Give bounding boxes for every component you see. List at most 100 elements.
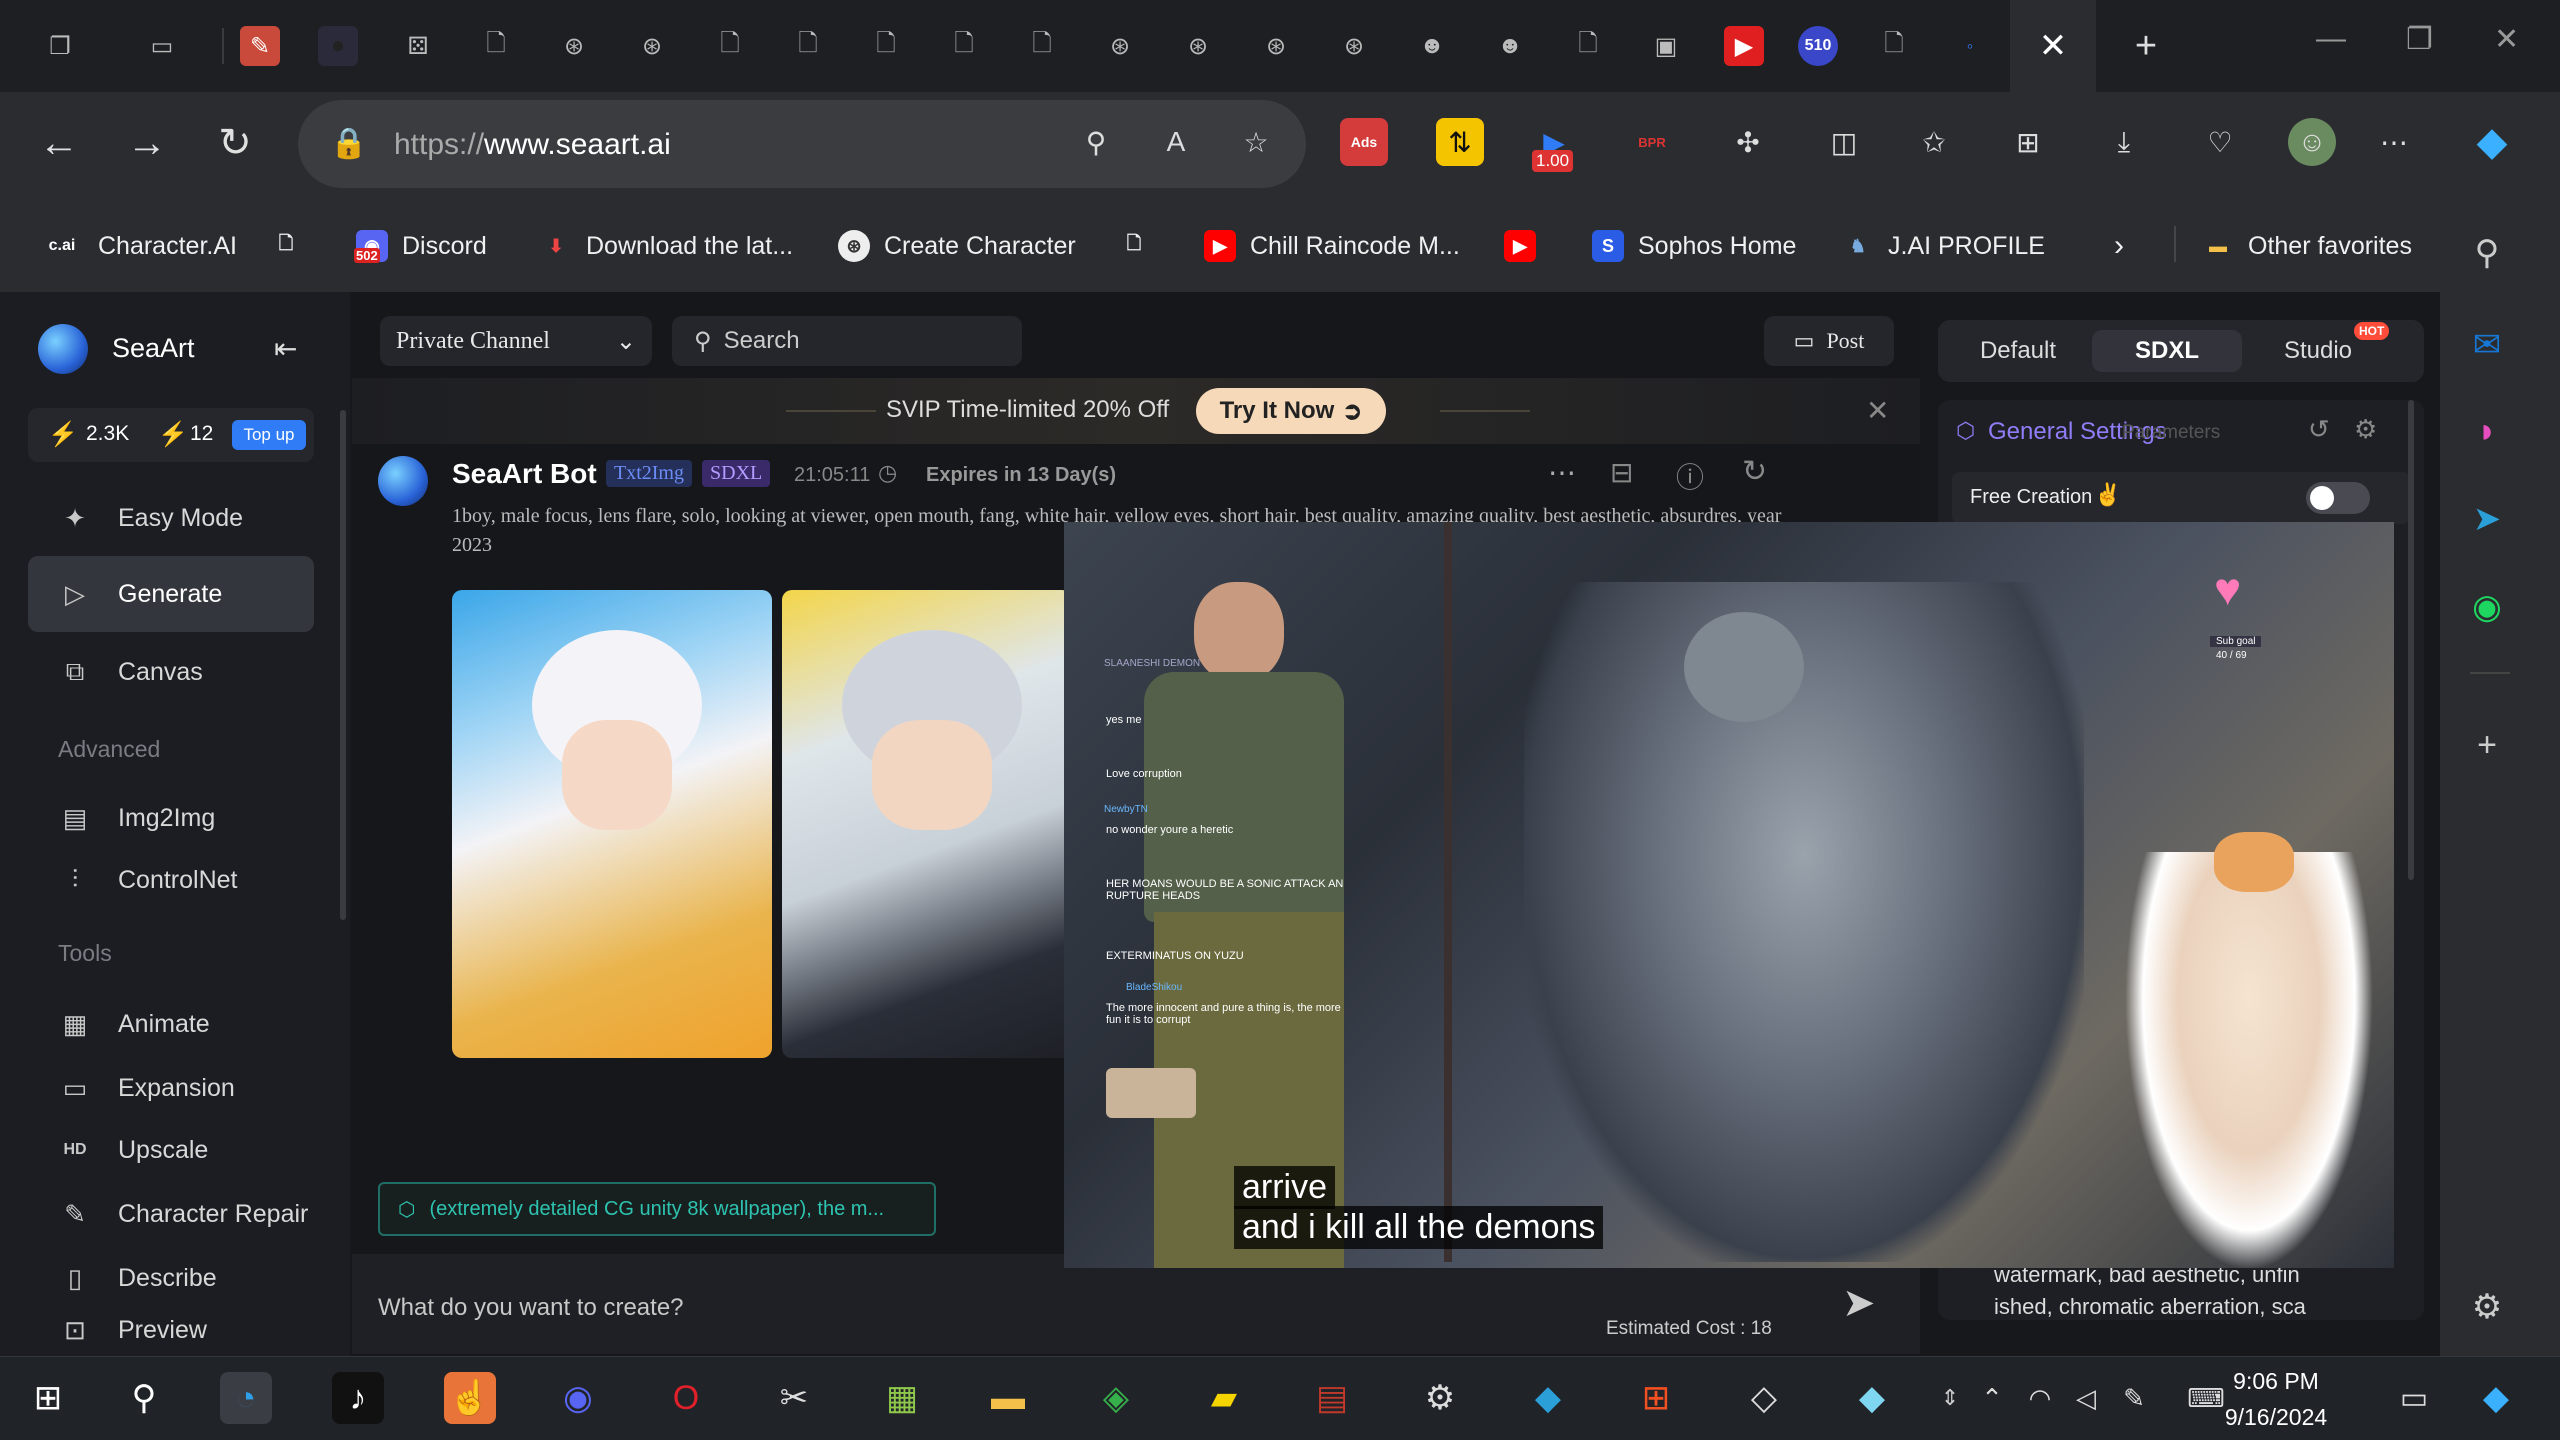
read-aloud-icon[interactable]: A (1152, 118, 1200, 166)
app-layers-icon[interactable]: ◈ (1090, 1372, 1142, 1424)
app-spreadsheet-icon[interactable]: ▦ (876, 1372, 928, 1424)
tab-favicon-seaart[interactable]: ⊛ (1178, 26, 1218, 66)
clock-date[interactable]: 9/16/2024 (2216, 1404, 2336, 1431)
clock-time[interactable]: 9:06 PM (2216, 1368, 2336, 1395)
fav-character-ai[interactable]: c.ai Character.AI (40, 226, 237, 266)
close-banner-icon[interactable]: ✕ (1866, 394, 1889, 427)
steam-icon[interactable]: ⚙ (1414, 1372, 1466, 1424)
discord-icon[interactable]: ◉ (552, 1372, 604, 1424)
generated-image-2[interactable] (782, 590, 1072, 1058)
collapse-sidebar-icon[interactable]: ⇤ (274, 332, 297, 365)
workspaces-icon[interactable]: ❐ (40, 26, 80, 66)
tab-favicon-seaart[interactable]: ⊛ (1256, 26, 1296, 66)
tab-favicon-page[interactable]: 🗋 (710, 26, 750, 66)
tab-favicon-page[interactable]: 🗋 (788, 26, 828, 66)
settings-gear-icon[interactable]: ⚙ (2462, 1282, 2512, 1332)
sticky-notes-icon[interactable]: ▰ (1198, 1372, 1250, 1424)
winrar-icon[interactable]: ▤ (1306, 1372, 1358, 1424)
send-icon[interactable]: ➤ (1842, 1280, 1876, 1326)
search-icon[interactable]: ⚲ (118, 1372, 170, 1424)
download-icon[interactable]: ⤓ (2100, 118, 2148, 166)
report-icon[interactable]: ⓘ (1676, 456, 1704, 496)
tab-favicon-media[interactable]: ▣ (1646, 26, 1686, 66)
nav-controlnet[interactable]: ⫶ ControlNet (28, 842, 314, 918)
tab-sdxl[interactable]: SDXL (2092, 330, 2242, 372)
wifi-icon[interactable]: ◠ (2014, 1372, 2066, 1424)
telegram-icon[interactable]: ➤ (2462, 494, 2512, 544)
tab-favicon-page[interactable]: 🗋 (476, 26, 516, 66)
zoom-icon[interactable]: ⚲ (1072, 118, 1120, 166)
file-explorer-icon[interactable]: ▬ (982, 1372, 1034, 1424)
pen-icon[interactable]: ✎ (2108, 1372, 2160, 1424)
app-crystal-icon[interactable]: ◆ (1846, 1372, 1898, 1424)
extensions-puzzle-icon[interactable]: ✣ (1724, 118, 1772, 166)
app-orange-icon[interactable]: ☝ (444, 1372, 496, 1424)
forward-icon[interactable]: → (118, 114, 176, 172)
settings-icon[interactable]: ⚙ (2354, 414, 2377, 445)
tab-favicon-page[interactable]: 🗋 (866, 26, 906, 66)
restore-icon[interactable]: ❐ (2406, 22, 2433, 57)
copilot-taskbar-icon[interactable]: ◆ (2470, 1372, 2522, 1424)
more-menu-icon[interactable]: ⋯ (2370, 118, 2418, 166)
top-up-button[interactable]: Top up (232, 420, 306, 450)
browser-essentials-icon[interactable]: ♡ (2196, 118, 2244, 166)
nav-generate[interactable]: ▷ Generate (28, 556, 314, 632)
tab-favicon-dark[interactable]: ● (318, 26, 358, 66)
extension-yellow-icon[interactable]: ⇅ (1436, 118, 1484, 166)
new-tab-button[interactable]: + (2126, 25, 2166, 67)
show-hidden-icons-chevron-icon[interactable]: ⌃ (1966, 1372, 2018, 1424)
active-tab[interactable]: ✕ (2010, 0, 2096, 92)
search-input[interactable]: ⚲ Search (672, 316, 1022, 366)
panel-scrollbar[interactable] (2408, 400, 2414, 880)
app-paint-icon[interactable]: ✂ (768, 1372, 820, 1424)
tab-default[interactable]: Default (1958, 330, 2078, 372)
opera-icon[interactable]: O (660, 1372, 712, 1424)
roblox-studio-icon[interactable]: ◆ (1522, 1372, 1574, 1424)
lock-icon[interactable]: 🔒 (330, 126, 367, 161)
free-creation-toggle[interactable] (2306, 482, 2370, 514)
tab-favicon-character[interactable]: ☻ (1490, 26, 1530, 66)
tab-favicon-small[interactable]: ◦ (1950, 26, 1990, 66)
tab-favicon-seaart[interactable]: ⊛ (632, 26, 672, 66)
favorites-icon[interactable]: ✩ (1910, 118, 1958, 166)
tab-favicon-badge[interactable]: 510 (1798, 26, 1838, 66)
tab-favicon-edit[interactable]: ✎ (240, 26, 280, 66)
bpr-extension-icon[interactable]: BPR (1628, 118, 1676, 166)
fav-page-2[interactable]: 🗋 (1118, 226, 1150, 266)
favorites-overflow-chevron-icon[interactable]: › (2114, 226, 2124, 266)
translate-icon[interactable]: ⊟ (1610, 456, 1633, 489)
edge-taskbar-icon[interactable]: ◔ (220, 1372, 272, 1424)
prompt-chip[interactable]: ⬡ (extremely detailed CG unity 8k wallpap… (378, 1182, 936, 1236)
windows-start-icon[interactable]: ⊞ (22, 1372, 74, 1424)
url-text[interactable]: https://www.seaart.ai (394, 128, 671, 162)
reload-icon[interactable]: ↻ (206, 114, 264, 172)
more-options-icon[interactable]: ⋯ (1548, 456, 1576, 489)
minimize-icon[interactable]: — (2316, 22, 2346, 56)
tab-favicon-seaart[interactable]: ⊛ (1334, 26, 1374, 66)
tab-favicon-page[interactable]: 🗋 (1022, 26, 1062, 66)
notifications-icon[interactable]: ▭ (2388, 1372, 2440, 1424)
tab-favicon-page[interactable]: 🗋 (1874, 26, 1914, 66)
tab-favicon-seaart[interactable]: ⊛ (1100, 26, 1140, 66)
outlook-icon[interactable]: ✉ (2462, 320, 2512, 370)
fav-youtube-chill[interactable]: ▶ Chill Raincode M... (1204, 226, 1460, 266)
fav-discord[interactable]: ◉ 502 Discord (354, 226, 487, 266)
tab-favicon-youtube[interactable]: ▶ (1724, 26, 1764, 66)
designer-icon[interactable]: ◗ (2462, 406, 2512, 456)
collections-icon[interactable]: ⊞ (2004, 118, 2052, 166)
roblox-icon[interactable]: ◇ (1738, 1372, 1790, 1424)
sidebar-scrollbar[interactable] (340, 410, 346, 920)
ads-extension-icon[interactable]: Ads (1340, 118, 1388, 166)
back-icon[interactable]: ← (30, 114, 88, 172)
split-screen-icon[interactable]: ◫ (1820, 118, 1868, 166)
add-icon[interactable]: + (2462, 720, 2512, 770)
close-tab-icon[interactable]: ✕ (2039, 26, 2068, 66)
volume-icon[interactable]: ◁ (2060, 1372, 2112, 1424)
nav-preview[interactable]: ⊡ Preview (28, 1304, 314, 1356)
try-it-now-button[interactable]: Try It Now ➲ (1196, 388, 1386, 434)
tab-favicon-character[interactable]: ☻ (1412, 26, 1452, 66)
fav-other-favorites[interactable]: ▬ Other favorites (2202, 226, 2412, 266)
profile-avatar[interactable]: ☺ (2288, 118, 2336, 166)
pip-video[interactable]: SLAANESHI DEMON yes me Love corruption N… (1064, 522, 2394, 1268)
regenerate-icon[interactable]: ↻ (1742, 454, 1767, 489)
